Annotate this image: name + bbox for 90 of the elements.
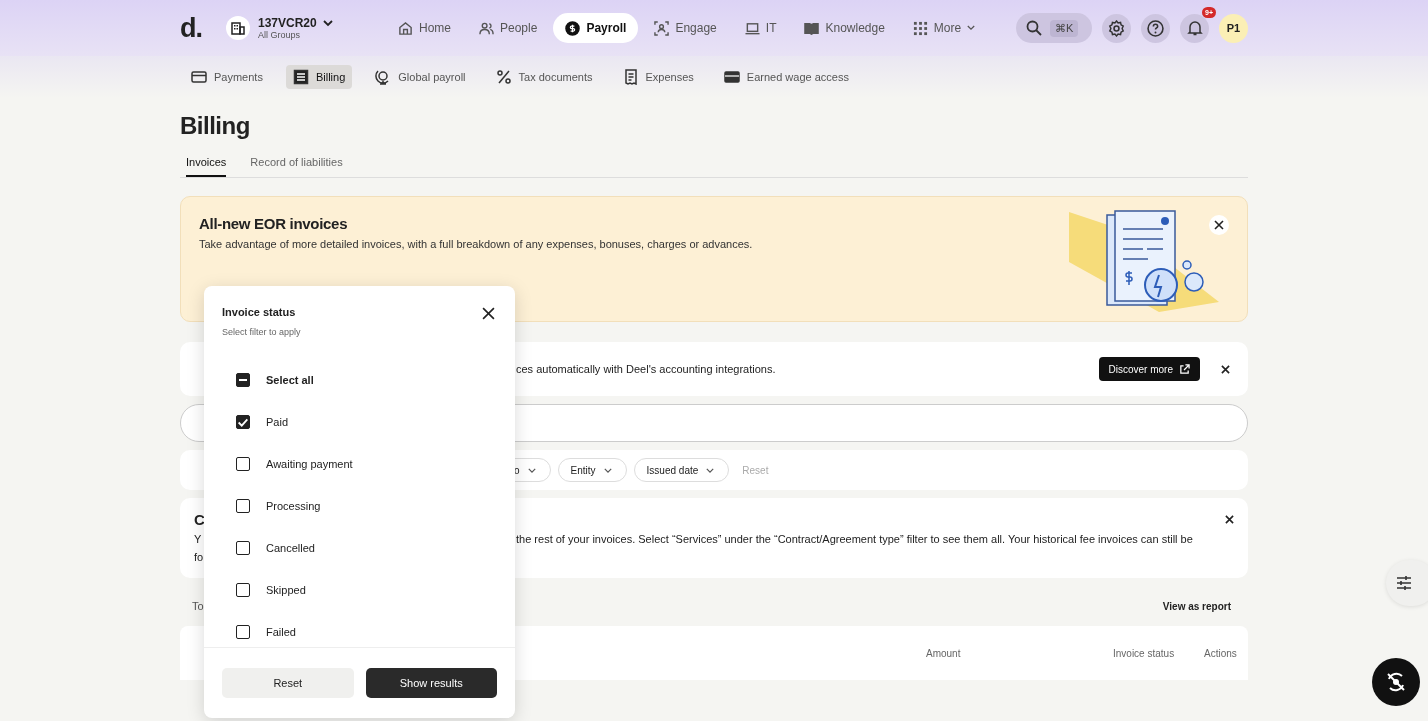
sync-off-icon [1385, 671, 1407, 693]
dollar-icon [565, 20, 581, 36]
external-link-icon [1179, 363, 1190, 375]
checkbox[interactable] [236, 583, 250, 597]
organization-group: All Groups [258, 30, 333, 40]
globe-icon [375, 69, 392, 85]
building-icon[interactable] [226, 16, 250, 40]
search-icon [1026, 20, 1042, 36]
chevron-down-icon [527, 467, 536, 473]
subnav-item[interactable]: Payments [184, 65, 270, 89]
checkbox[interactable] [236, 499, 250, 513]
checkbox[interactable] [236, 415, 250, 429]
close-icon [1224, 514, 1234, 524]
view-as-report-link[interactable]: View as report [1162, 600, 1231, 612]
total-label: To [192, 600, 204, 612]
chevron-down-icon [706, 467, 715, 473]
close-icon [481, 307, 495, 320]
popup-title: Invoice status [222, 306, 297, 318]
filter-settings-button[interactable] [1386, 560, 1428, 606]
person-frame-icon [654, 20, 670, 36]
sync-button[interactable] [1372, 658, 1420, 706]
people-icon [479, 20, 494, 36]
wallet-icon [723, 69, 740, 85]
close-button[interactable] [1209, 215, 1229, 235]
option-label[interactable]: Paid [266, 416, 289, 428]
logo[interactable]: d. [180, 12, 206, 44]
subnav-item[interactable]: Earned wage access [716, 65, 856, 89]
show-results-button[interactable]: Show results [365, 668, 497, 698]
search-button[interactable]: ⌘K [1016, 13, 1092, 43]
subnav-item[interactable]: Tax documents [488, 65, 600, 89]
sliders-icon [1396, 576, 1412, 590]
option-label[interactable]: Processing [266, 500, 321, 512]
close-icon [1220, 364, 1230, 374]
chevron-down-icon [603, 467, 612, 473]
percent-icon [495, 69, 512, 85]
banner-text: Take advantage of more detailed invoices, with a full breakdown of any expenses, bonuses, charges or advances. [199, 238, 753, 250]
nav-item[interactable]: Engage [642, 13, 729, 43]
option-label[interactable]: Failed [266, 626, 296, 638]
subnav-item[interactable]: Billing [285, 65, 353, 89]
subnav-item[interactable]: Expenses [615, 65, 701, 89]
nav-item[interactable]: IT [732, 13, 789, 43]
nav-item[interactable]: Home [386, 13, 463, 43]
receipt-icon [622, 69, 639, 85]
laptop-icon [744, 20, 760, 36]
reset-button[interactable]: Reset [222, 668, 354, 698]
checkbox[interactable] [236, 541, 250, 555]
option-label[interactable]: Cancelled [266, 542, 315, 554]
nav-item[interactable]: People [467, 13, 550, 43]
checkbox[interactable] [236, 373, 250, 387]
avatar[interactable]: P1 [1219, 13, 1248, 43]
home-icon [398, 20, 413, 36]
minus-icon [239, 378, 247, 382]
chevron-down-icon [967, 25, 976, 31]
option-label[interactable]: Select all [266, 374, 314, 386]
discover-more-button[interactable]: Discover more [1098, 357, 1200, 381]
settings-icon [1108, 19, 1125, 37]
checkmark-icon [238, 417, 248, 427]
column-header: Actions [1204, 648, 1237, 659]
option-label[interactable]: Skipped [266, 584, 306, 596]
close-icon [1214, 220, 1224, 230]
tab[interactable]: Invoices [186, 156, 227, 177]
notice-title: C [194, 510, 205, 530]
help-icon [1147, 19, 1164, 37]
nav-item[interactable]: Knowledge [792, 13, 897, 43]
subnav-item[interactable]: Global payroll [368, 65, 473, 89]
notifications-button[interactable] [1180, 13, 1209, 43]
book-icon [804, 20, 820, 36]
grid-icon [912, 20, 928, 36]
column-header: Invoice status [1113, 648, 1175, 659]
checkbox[interactable] [236, 625, 250, 639]
chevron-down-icon[interactable] [322, 19, 333, 27]
settings-button[interactable] [1102, 13, 1131, 43]
integration-text: ces automatically with Deel's accounting integrations. [516, 363, 777, 375]
popup-subtitle: Select filter to apply [222, 327, 301, 337]
notice-text: fo [194, 550, 204, 565]
organization-name[interactable]: 137VCR20 [258, 16, 317, 30]
nav-item[interactable]: More [900, 13, 988, 43]
tab[interactable]: Record of liabilities [250, 156, 343, 177]
list-icon [292, 69, 309, 85]
banner-title: All-new EOR invoices [199, 215, 349, 232]
card-icon [191, 69, 207, 85]
checkbox[interactable] [236, 457, 250, 471]
page-title: Billing [180, 112, 251, 140]
notice-text: the rest of your invoices. Select “Services” under the “Contract/Agreement type” filter to see them all. Your historical fee invoices can still be [516, 532, 1194, 547]
bell-icon [1186, 20, 1203, 36]
option-label[interactable]: Awaiting payment [266, 458, 353, 470]
notice-text: Y [194, 532, 202, 547]
column-header: Amount [926, 648, 961, 659]
nav-item[interactable]: Payroll [553, 13, 639, 43]
help-button[interactable] [1141, 13, 1170, 43]
